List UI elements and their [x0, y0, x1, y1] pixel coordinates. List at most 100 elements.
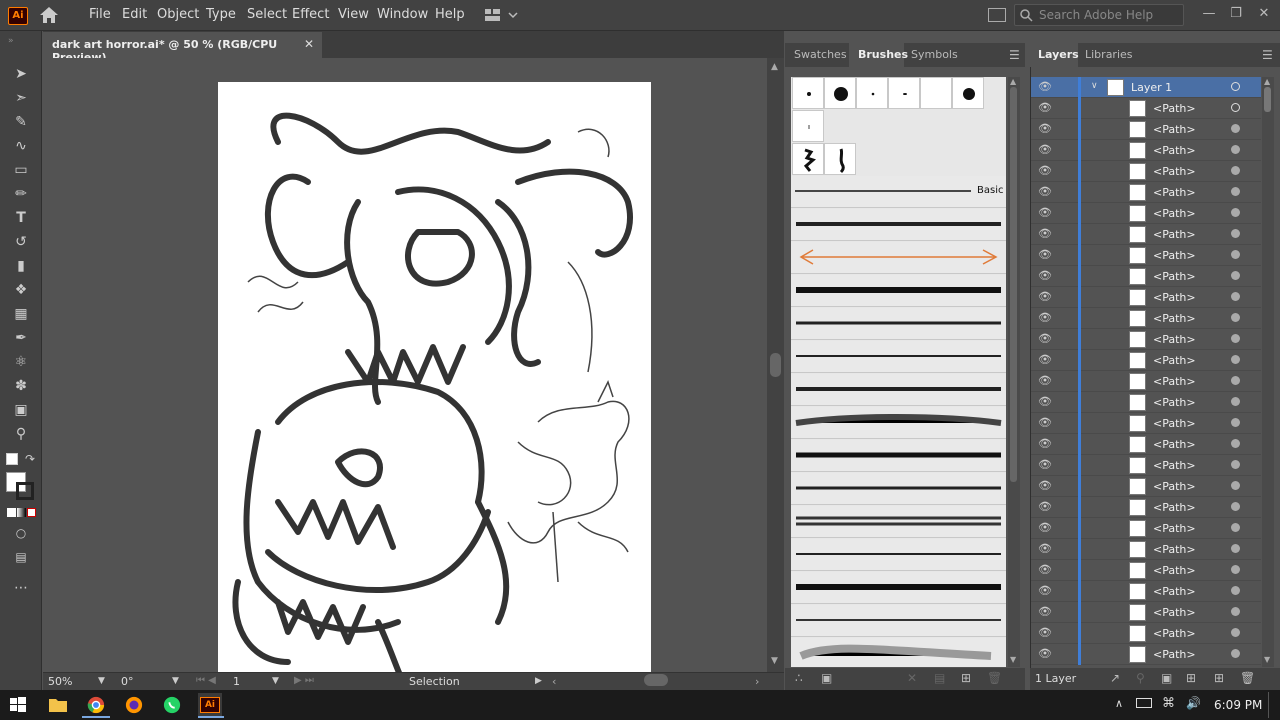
- layer-row-path[interactable]: 👁 <Path>: [1031, 560, 1261, 581]
- menu-effect[interactable]: Effect: [292, 7, 329, 22]
- brush-stroke-1[interactable]: [791, 209, 1006, 241]
- path-target-circle[interactable]: [1231, 229, 1240, 238]
- visibility-eye-icon[interactable]: 👁: [1038, 123, 1052, 135]
- path-target-circle[interactable]: [1231, 271, 1240, 280]
- visibility-eye-icon[interactable]: 👁: [1038, 249, 1052, 261]
- path-target-circle[interactable]: [1231, 481, 1240, 490]
- symbol-sprayer-tool-icon[interactable]: ✽: [10, 376, 32, 396]
- visibility-eye-icon[interactable]: 👁: [1038, 186, 1052, 198]
- scroll-left-icon[interactable]: ‹: [552, 675, 556, 688]
- path-target-circle[interactable]: [1231, 607, 1240, 616]
- stroke-swatch[interactable]: [16, 482, 34, 500]
- home-icon[interactable]: [38, 5, 60, 25]
- help-search-input[interactable]: Search Adobe Help: [1014, 4, 1184, 26]
- path-target-circle[interactable]: [1231, 124, 1240, 133]
- restore-icon[interactable]: ❐: [1225, 4, 1247, 24]
- rotation-dropdown-icon[interactable]: ▼: [172, 676, 179, 686]
- path-name[interactable]: <Path>: [1153, 417, 1196, 430]
- menu-file[interactable]: File: [89, 7, 111, 22]
- brush-stroke-7[interactable]: [791, 440, 1006, 472]
- swap-colors-icon[interactable]: ↷: [25, 452, 35, 466]
- path-target-circle[interactable]: [1231, 313, 1240, 322]
- edit-toolbar-icon[interactable]: ⋯: [10, 578, 32, 598]
- path-name[interactable]: <Path>: [1153, 165, 1196, 178]
- brushes-panel-menu-icon[interactable]: ☰: [1009, 48, 1020, 62]
- visibility-eye-icon[interactable]: 👁: [1038, 396, 1052, 408]
- rotation-level[interactable]: 0°: [121, 675, 134, 690]
- document-tab[interactable]: dark art horror.ai* @ 50 % (RGB/CPU Prev…: [43, 32, 322, 64]
- wifi-icon[interactable]: ⌘: [1162, 696, 1175, 711]
- menu-select[interactable]: Select: [247, 7, 287, 22]
- layer-row-path[interactable]: 👁 <Path>: [1031, 434, 1261, 455]
- path-name[interactable]: <Path>: [1153, 270, 1196, 283]
- layer-row-path[interactable]: 👁 <Path>: [1031, 623, 1261, 644]
- path-target-circle[interactable]: [1231, 460, 1240, 469]
- brush-options-icon[interactable]: ▤: [934, 671, 945, 685]
- show-desktop-button[interactable]: [1268, 692, 1272, 718]
- brush-stroke-arrow[interactable]: [791, 242, 1006, 274]
- path-target-circle[interactable]: [1231, 355, 1240, 364]
- layer-row-path[interactable]: 👁 <Path>: [1031, 140, 1261, 161]
- path-name[interactable]: <Path>: [1153, 249, 1196, 262]
- close-icon[interactable]: ✕: [1253, 4, 1275, 24]
- layer-row-path[interactable]: 👁 <Path>: [1031, 455, 1261, 476]
- path-target-circle[interactable]: [1231, 628, 1240, 637]
- menu-edit[interactable]: Edit: [122, 7, 147, 22]
- delete-brush-icon[interactable]: 🗑: [987, 671, 1002, 685]
- brush-dot-oval[interactable]: [888, 77, 920, 109]
- workspace-switcher-icon[interactable]: [484, 7, 518, 23]
- default-colors-icon[interactable]: [6, 453, 18, 465]
- none-mode-icon[interactable]: [27, 508, 36, 517]
- layer-row-path[interactable]: 👁 <Path>: [1031, 329, 1261, 350]
- visibility-eye-icon[interactable]: 👁: [1038, 543, 1052, 555]
- path-name[interactable]: <Path>: [1153, 207, 1196, 220]
- path-name[interactable]: <Path>: [1153, 333, 1196, 346]
- visibility-eye-icon[interactable]: 👁: [1038, 81, 1052, 93]
- arrange-documents-icon[interactable]: [988, 8, 1006, 22]
- menu-view[interactable]: View: [338, 7, 369, 22]
- delete-layer-icon[interactable]: 🗑: [1240, 671, 1255, 685]
- brush-stroke-9[interactable]: [791, 506, 1006, 538]
- path-name[interactable]: <Path>: [1153, 102, 1196, 115]
- brush-stroke-13[interactable]: [791, 638, 1006, 667]
- rotate-tool-icon[interactable]: ↺: [10, 232, 32, 252]
- path-name[interactable]: <Path>: [1153, 144, 1196, 157]
- gradient-tool-icon[interactable]: ▦: [10, 304, 32, 324]
- paintbrush-tool-icon[interactable]: ✏: [10, 184, 32, 204]
- layer-row-path[interactable]: 👁 <Path>: [1031, 581, 1261, 602]
- tab-swatches[interactable]: Swatches: [794, 48, 847, 61]
- brush-dot-large[interactable]: [824, 77, 856, 109]
- locate-object-icon[interactable]: ⚲: [1136, 671, 1145, 685]
- visibility-eye-icon[interactable]: 👁: [1038, 144, 1052, 156]
- path-name[interactable]: <Path>: [1153, 312, 1196, 325]
- path-target-circle[interactable]: [1231, 565, 1240, 574]
- brush-stroke-2[interactable]: [791, 275, 1006, 307]
- horizontal-scroll-thumb[interactable]: [644, 674, 668, 686]
- last-artboard-icon[interactable]: ▶ ⏭: [294, 675, 314, 686]
- path-name[interactable]: <Path>: [1153, 480, 1196, 493]
- layer-row-path[interactable]: 👁 <Path>: [1031, 287, 1261, 308]
- path-name[interactable]: <Path>: [1153, 375, 1196, 388]
- layer-row-path[interactable]: 👁 <Path>: [1031, 98, 1261, 119]
- zoom-level[interactable]: 50%: [48, 675, 72, 690]
- path-name[interactable]: <Path>: [1153, 501, 1196, 514]
- brush-stroke-8[interactable]: [791, 473, 1006, 505]
- menu-help[interactable]: Help: [435, 7, 465, 22]
- brush-stroke-10[interactable]: [791, 539, 1006, 571]
- layer-row-path[interactable]: 👁 <Path>: [1031, 539, 1261, 560]
- path-target-circle[interactable]: [1231, 649, 1240, 658]
- tab-libraries[interactable]: Libraries: [1085, 48, 1133, 61]
- layer-row-path[interactable]: 👁 <Path>: [1031, 497, 1261, 518]
- tray-chevron-icon[interactable]: ∧: [1115, 697, 1123, 710]
- path-target-circle[interactable]: [1231, 292, 1240, 301]
- layer-row-path[interactable]: 👁 <Path>: [1031, 371, 1261, 392]
- file-explorer-icon[interactable]: [48, 696, 68, 714]
- visibility-eye-icon[interactable]: 👁: [1038, 165, 1052, 177]
- brush-stroke-5[interactable]: [791, 374, 1006, 406]
- curvature-tool-icon[interactable]: ∿: [10, 136, 32, 156]
- visibility-eye-icon[interactable]: 👁: [1038, 354, 1052, 366]
- blend-tool-icon[interactable]: ⚛: [10, 352, 32, 372]
- brush-libraries-icon[interactable]: ∴: [795, 671, 803, 685]
- layer-row-path[interactable]: 👁 <Path>: [1031, 203, 1261, 224]
- path-name[interactable]: <Path>: [1153, 123, 1196, 136]
